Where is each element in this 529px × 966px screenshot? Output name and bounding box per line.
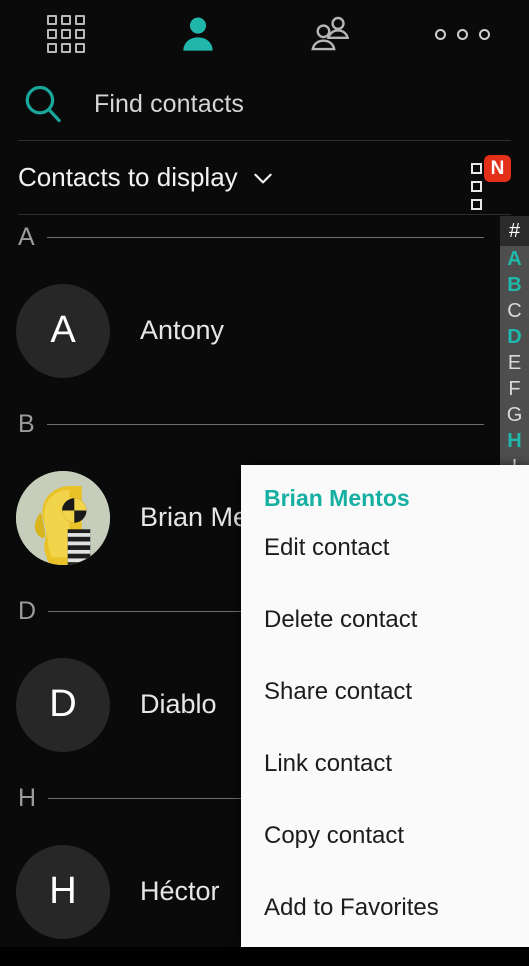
- avatar-initial[interactable]: A: [16, 283, 110, 378]
- people-icon: [310, 16, 349, 51]
- top-tab-bar: [0, 0, 529, 68]
- more-dots-icon: [433, 26, 493, 42]
- contacts-app-screen: Find contacts Contacts to display N A A An…: [0, 0, 529, 966]
- section-header-letter: D: [18, 596, 37, 625]
- crash-test-dummy-photo: [16, 470, 110, 565]
- index-letter-b[interactable]: B: [500, 272, 529, 298]
- index-letter-hash[interactable]: #: [500, 216, 529, 246]
- avatar-letter: D: [49, 683, 77, 725]
- index-letter-e[interactable]: E: [500, 350, 529, 376]
- status-badge: N: [484, 155, 511, 182]
- avatar-photo[interactable]: [16, 470, 110, 565]
- contact-name: Diablo: [140, 689, 217, 719]
- section-header: B: [0, 403, 529, 445]
- grid-icon: [47, 15, 86, 53]
- context-menu-item[interactable]: Delete contact: [241, 584, 529, 656]
- section-header: A: [0, 216, 529, 258]
- index-letter-f[interactable]: F: [500, 376, 529, 402]
- context-menu-item[interactable]: Copy contact: [241, 800, 529, 872]
- contacts-to-display-row[interactable]: Contacts to display N: [0, 141, 529, 214]
- section-header-rule: [46, 236, 484, 238]
- contact-name: Héctor: [140, 876, 220, 906]
- contact-context-menu[interactable]: Brian Mentos Edit contact Delete contact S…: [241, 465, 529, 947]
- section-header-letter: H: [18, 783, 37, 812]
- avatar-initial[interactable]: D: [16, 657, 110, 752]
- contact-name: Antony: [140, 315, 225, 345]
- index-letter-c[interactable]: C: [500, 298, 529, 324]
- index-letter-g[interactable]: G: [500, 402, 529, 428]
- context-menu-item[interactable]: Link contact: [241, 728, 529, 800]
- search-bar[interactable]: Find contacts: [0, 68, 529, 140]
- bottom-navigation-bar: [0, 947, 529, 966]
- context-menu-item[interactable]: Share contact: [241, 656, 529, 728]
- search-input-placeholder[interactable]: Find contacts: [94, 90, 244, 119]
- context-menu-item[interactable]: Add to Favorites: [241, 872, 529, 944]
- tab-groups[interactable]: [265, 0, 397, 68]
- vertical-dots-icon: [471, 163, 482, 210]
- overflow-menu-button[interactable]: N: [465, 155, 511, 210]
- avatar-letter: H: [49, 870, 77, 912]
- section-header-letter: B: [18, 409, 35, 438]
- context-menu-item[interactable]: Edit contact: [241, 512, 529, 584]
- divider-middle: [18, 214, 511, 215]
- tab-more[interactable]: [397, 0, 529, 68]
- contacts-to-display-label: Contacts to display: [18, 162, 238, 192]
- index-letter-h[interactable]: H: [500, 428, 529, 454]
- index-letter-d[interactable]: D: [500, 324, 529, 350]
- index-letter-a[interactable]: A: [500, 246, 529, 272]
- section-header-letter: A: [18, 222, 35, 251]
- chevron-down-icon[interactable]: [250, 165, 276, 191]
- context-menu-title: Brian Mentos: [264, 485, 410, 511]
- avatar-letter: A: [50, 309, 76, 351]
- section-header-rule: [46, 423, 484, 425]
- avatar-initial[interactable]: H: [16, 844, 110, 939]
- contact-row[interactable]: A Antony: [0, 258, 529, 403]
- alphabet-index-scrollbar[interactable]: #ABCDEFGHI: [500, 216, 529, 480]
- search-icon: [25, 85, 61, 123]
- person-icon: [183, 17, 214, 51]
- tab-contacts[interactable]: [132, 0, 264, 68]
- tab-keypad[interactable]: [0, 0, 132, 68]
